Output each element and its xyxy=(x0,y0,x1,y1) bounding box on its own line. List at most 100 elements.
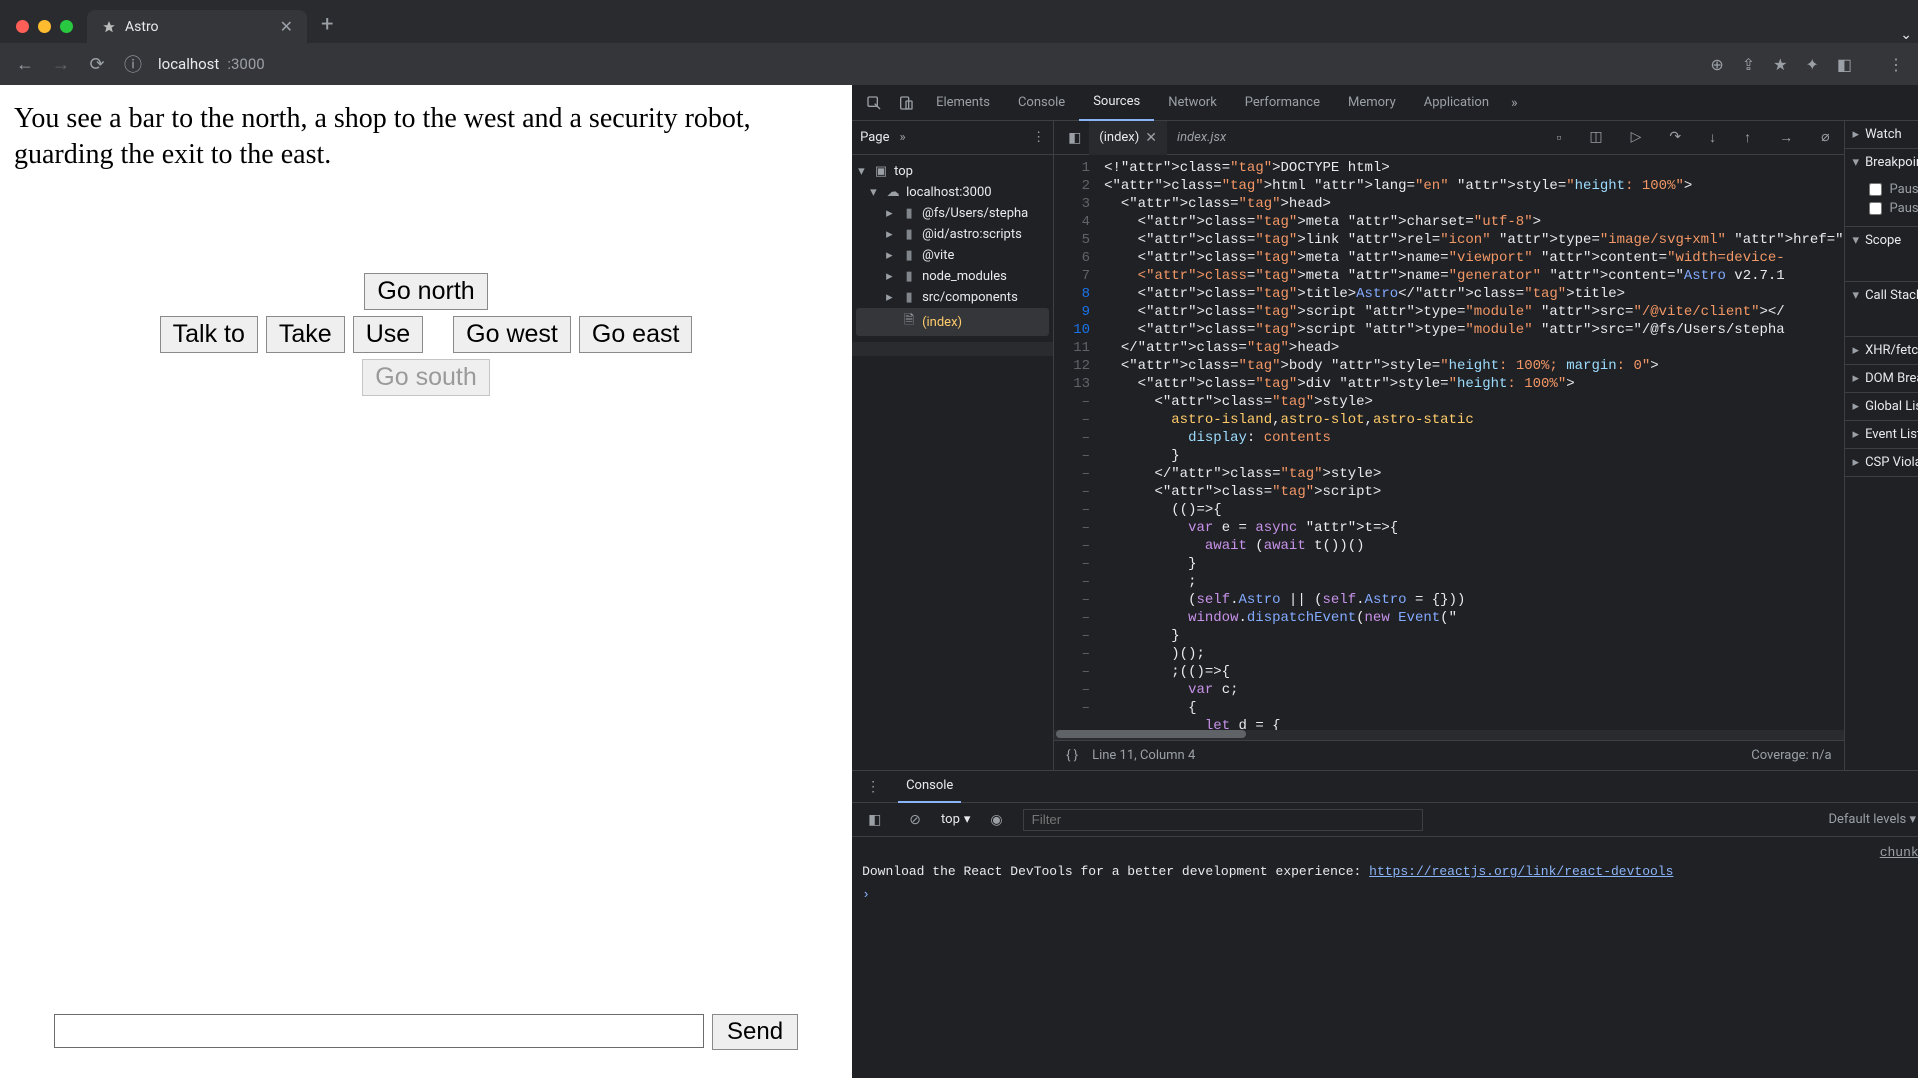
console-body[interactable]: chunk-DFKQJ226.js?v=9e6b4e8c:18 Download… xyxy=(852,837,1918,1078)
tree-row-folder[interactable]: ▸▮@fs/Users/stepha xyxy=(856,203,1049,224)
talk-to-button[interactable]: Talk to xyxy=(160,316,258,353)
zoom-window-icon[interactable] xyxy=(60,20,73,33)
menu-icon[interactable]: ⋮ xyxy=(1888,55,1904,74)
url-field[interactable]: localhost:3000 xyxy=(158,55,265,73)
tree-row-host[interactable]: ▾☁localhost:3000 xyxy=(856,182,1049,203)
tree-row-folder[interactable]: ▸▮@vite xyxy=(856,245,1049,266)
console-prompt[interactable]: › xyxy=(862,881,1918,902)
share-icon[interactable]: ⇪ xyxy=(1742,55,1755,74)
devtools: Elements Console Sources Network Perform… xyxy=(852,85,1918,1078)
navigator-more-icon[interactable]: » xyxy=(899,130,905,145)
tree-row-folder[interactable]: ▸▮node_modules xyxy=(856,266,1049,287)
drawer-tabs: ⋮ Console ✕ xyxy=(852,771,1918,803)
section-breakpoints[interactable]: ▾Breakpoints xyxy=(1845,149,1918,176)
device-toggle-icon[interactable] xyxy=(890,95,922,111)
bookmark-icon[interactable]: ★ xyxy=(1773,55,1787,74)
tab-elements[interactable]: Elements xyxy=(922,85,1004,121)
console-context[interactable]: top▾ xyxy=(941,812,970,827)
inspect-icon[interactable] xyxy=(858,95,890,111)
forward-icon[interactable]: → xyxy=(50,54,72,75)
sidepanel-icon[interactable]: ◧ xyxy=(1837,55,1852,74)
tab-network[interactable]: Network xyxy=(1154,85,1231,121)
tree-row-index[interactable]: 🗎(index) xyxy=(856,308,1049,336)
tabs-dropdown-icon[interactable]: ⌄ xyxy=(1900,27,1918,43)
back-icon[interactable]: ← xyxy=(14,54,36,75)
browser-tab[interactable]: Astro ✕ xyxy=(87,10,307,43)
go-north-button[interactable]: Go north xyxy=(364,273,487,310)
tab-memory[interactable]: Memory xyxy=(1334,85,1410,121)
tab-sources[interactable]: Sources xyxy=(1079,85,1154,121)
tab-performance[interactable]: Performance xyxy=(1231,85,1334,121)
navigator-page-tab[interactable]: Page xyxy=(860,130,889,145)
command-bar: Send xyxy=(14,1006,838,1060)
console-filter-input[interactable] xyxy=(1023,809,1423,831)
toolbar-right: ⊕ ⇪ ★ ✦ ◧ ⋮ xyxy=(1710,55,1904,74)
site-info-icon[interactable]: ⓘ xyxy=(122,51,144,77)
go-south-button[interactable]: Go south xyxy=(362,359,489,396)
drawer-tab-console[interactable]: Console xyxy=(898,771,961,803)
live-expr-icon[interactable]: ◉ xyxy=(982,812,1010,828)
section-watch[interactable]: ▸Watch xyxy=(1845,121,1918,148)
navigator-menu-icon[interactable]: ⋮ xyxy=(1032,130,1045,145)
pause-uncaught-checkbox[interactable]: Pause on uncaught exceptions xyxy=(1869,180,1918,199)
tab-console[interactable]: Console xyxy=(1004,85,1079,121)
address-bar: ← → ⟳ ⓘ localhost:3000 ⊕ ⇪ ★ ✦ ◧ ⋮ xyxy=(0,43,1918,85)
navigator-resize-handle[interactable] xyxy=(852,342,1053,356)
tab-application[interactable]: Application xyxy=(1410,85,1503,121)
toggle-nav-icon[interactable]: ◧ xyxy=(1060,130,1089,146)
section-callstack[interactable]: ▾Call Stack xyxy=(1845,282,1918,309)
command-input[interactable] xyxy=(54,1014,704,1048)
go-east-button[interactable]: Go east xyxy=(579,316,693,353)
code-content[interactable]: <!"attr">class="tag">DOCTYPE html> <"att… xyxy=(1098,155,1843,730)
step-icon[interactable]: → xyxy=(1771,129,1801,146)
tree-row-top[interactable]: ▾▣top xyxy=(856,161,1049,182)
close-window-icon[interactable] xyxy=(16,20,29,33)
new-snippet-icon[interactable]: ▫ xyxy=(1548,129,1569,146)
message-source[interactable]: chunk-DFKQJ226.js?v=9e6b4e8c:18 xyxy=(1880,845,1918,860)
tree-row-folder[interactable]: ▸▮src/components xyxy=(856,287,1049,308)
callstack-not-paused: Not paused xyxy=(1845,309,1918,336)
go-west-button[interactable]: Go west xyxy=(453,316,571,353)
section-global[interactable]: ▸Global Listeners xyxy=(1845,393,1918,420)
section-event[interactable]: ▸Event Listener Breakpoints xyxy=(1845,421,1918,448)
reload-icon[interactable]: ⟳ xyxy=(86,54,108,75)
section-scope[interactable]: ▾Scope xyxy=(1845,227,1918,254)
editor-tab-indexjsx[interactable]: index.jsx xyxy=(1167,121,1236,155)
code-editor[interactable]: 12345678910111213–––––––––––––––––– <!"a… xyxy=(1054,155,1843,730)
minimize-window-icon[interactable] xyxy=(38,20,51,33)
navigator-header: Page » ⋮ xyxy=(852,121,1053,155)
console-sidebar-icon[interactable]: ◧ xyxy=(860,812,889,828)
game-prose: You see a bar to the north, a shop to th… xyxy=(14,101,838,173)
step-into-icon[interactable]: ↓ xyxy=(1701,129,1724,146)
devtools-link[interactable]: https://reactjs.org/link/react-devtools xyxy=(1369,864,1673,879)
favicon-icon xyxy=(101,19,117,35)
cursor-position: Line 11, Column 4 xyxy=(1092,748,1195,763)
step-out-icon[interactable]: ↑ xyxy=(1736,129,1759,146)
new-tab-button[interactable]: + xyxy=(311,12,343,43)
send-button[interactable]: Send xyxy=(712,1014,798,1050)
section-csp[interactable]: ▸CSP Violation Breakpoints xyxy=(1845,449,1918,476)
section-dom[interactable]: ▸DOM Breakpoints xyxy=(1845,365,1918,392)
take-button[interactable]: Take xyxy=(266,316,345,353)
zoom-icon[interactable]: ⊕ xyxy=(1710,55,1723,74)
resume-icon[interactable]: ▷ xyxy=(1623,129,1650,146)
extensions-icon[interactable]: ✦ xyxy=(1805,55,1818,74)
drawer-menu-icon[interactable]: ⋮ xyxy=(858,779,888,795)
toggle-side-icon[interactable]: ◫ xyxy=(1581,129,1610,146)
editor-hscroll[interactable] xyxy=(1054,730,1843,740)
tree-row-folder[interactable]: ▸▮@id/astro:scripts xyxy=(856,224,1049,245)
pretty-print-icon[interactable]: { } xyxy=(1066,748,1078,763)
page-content: You see a bar to the north, a shop to th… xyxy=(0,85,852,1078)
deactivate-bp-icon[interactable]: ⌀ xyxy=(1813,129,1837,146)
log-levels[interactable]: Default levels ▾ xyxy=(1828,812,1916,827)
section-xhr[interactable]: ▸XHR/fetch Breakpoints xyxy=(1845,337,1918,364)
clear-console-icon[interactable]: ⊘ xyxy=(901,812,929,828)
use-button[interactable]: Use xyxy=(353,316,423,353)
more-tabs-icon[interactable]: » xyxy=(1503,95,1526,111)
close-tab-icon[interactable]: ✕ xyxy=(280,17,293,36)
close-editortab-icon[interactable]: ✕ xyxy=(1145,130,1157,146)
pause-caught-checkbox[interactable]: Pause on caught exceptions xyxy=(1869,199,1918,218)
step-over-icon[interactable]: ↷ xyxy=(1661,129,1689,146)
console-drawer: ⋮ Console ✕ ◧ ⊘ top▾ ◉ Default levels ▾ … xyxy=(852,770,1918,1078)
editor-tab-index[interactable]: (index)✕ xyxy=(1089,121,1167,155)
